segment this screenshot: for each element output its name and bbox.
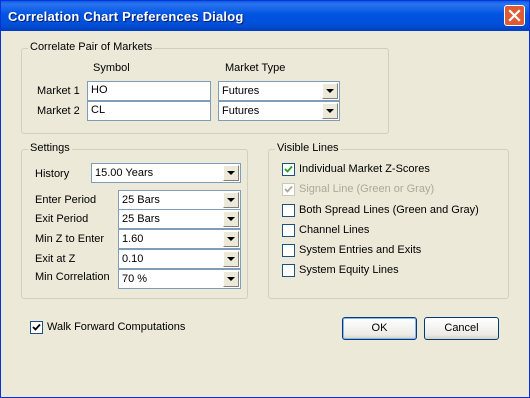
ok-button[interactable]: OK [342, 317, 417, 340]
window-title: Correlation Chart Preferences Dialog [8, 9, 244, 24]
exit-z-value: 0.10 [122, 253, 144, 265]
equity-lines-checkbox[interactable] [282, 264, 295, 277]
title-bar[interactable]: Correlation Chart Preferences Dialog [1, 1, 529, 31]
min-z-value: 1.60 [122, 233, 144, 245]
exit-period-value: 25 Bars [122, 213, 160, 225]
min-correlation-label: Min Correlation [35, 271, 110, 283]
min-z-select[interactable]: 1.60 [118, 229, 241, 249]
chevron-down-icon [326, 109, 334, 113]
walk-forward-checkbox[interactable] [30, 321, 43, 334]
spread-lines-label: Both Spread Lines (Green and Gray) [299, 204, 479, 216]
history-label: History [35, 168, 70, 180]
min-z-dropdown-button[interactable] [223, 231, 239, 247]
entries-exits-checkbox[interactable] [282, 244, 295, 257]
checkmark-icon [284, 185, 293, 193]
chevron-down-icon [227, 237, 235, 241]
markets-legend: Correlate Pair of Markets [28, 41, 155, 53]
chevron-down-icon [227, 217, 235, 221]
enter-period-label: Enter Period [35, 194, 97, 206]
visible-lines-legend: Visible Lines [275, 142, 341, 154]
market-2-type-dropdown-button[interactable] [322, 103, 338, 119]
dialog-window: Correlation Chart Preferences Dialog Cor… [0, 0, 530, 398]
checkmark-icon [284, 165, 293, 173]
exit-z-select[interactable]: 0.10 [118, 249, 241, 269]
market-type-header: Market Type [225, 62, 286, 74]
signal-line-checkbox [282, 183, 295, 196]
symbol-header: Symbol [93, 62, 130, 74]
channel-lines-label: Channel Lines [299, 224, 370, 236]
market-1-type-value: Futures [222, 85, 260, 97]
min-z-label: Min Z to Enter [35, 233, 105, 245]
exit-period-dropdown-button[interactable] [223, 211, 239, 227]
chevron-down-icon [227, 257, 235, 261]
enter-period-dropdown-button[interactable] [223, 192, 239, 208]
checkmark-icon [32, 323, 41, 331]
chevron-down-icon [227, 277, 235, 281]
chevron-down-icon [227, 171, 235, 175]
walk-forward-label: Walk Forward Computations [47, 321, 186, 333]
z-scores-label: Individual Market Z-Scores [299, 163, 430, 175]
enter-period-value: 25 Bars [122, 194, 160, 206]
history-select[interactable]: 15.00 Years [91, 163, 241, 183]
min-correlation-value: 70 % [122, 273, 148, 285]
market-2-symbol-input[interactable]: CL [87, 101, 211, 121]
exit-z-dropdown-button[interactable] [223, 251, 239, 267]
settings-legend: Settings [28, 142, 72, 154]
equity-lines-label: System Equity Lines [299, 264, 399, 276]
market-2-type-value: Futures [222, 105, 260, 117]
chevron-down-icon [227, 198, 235, 202]
entries-exits-label: System Entries and Exits [299, 244, 422, 256]
exit-period-label: Exit Period [35, 213, 89, 225]
z-scores-checkbox[interactable] [282, 163, 295, 176]
exit-period-select[interactable]: 25 Bars [118, 209, 241, 229]
signal-line-label: Signal Line (Green or Gray) [299, 183, 435, 195]
market-2-type-select[interactable]: Futures [218, 101, 340, 121]
market-1-type-dropdown-button[interactable] [322, 83, 338, 99]
min-correlation-dropdown-button[interactable] [223, 271, 239, 287]
market-2-label: Market 2 [37, 105, 80, 117]
chevron-down-icon [326, 89, 334, 93]
market-1-symbol-input[interactable]: HO [87, 81, 211, 101]
enter-period-select[interactable]: 25 Bars [118, 190, 241, 210]
spread-lines-checkbox[interactable] [282, 204, 295, 217]
channel-lines-checkbox[interactable] [282, 224, 295, 237]
close-button[interactable] [504, 5, 525, 26]
history-value: 15.00 Years [95, 167, 154, 179]
exit-z-label: Exit at Z [35, 253, 76, 265]
min-correlation-select[interactable]: 70 % [118, 269, 241, 289]
market-1-type-select[interactable]: Futures [218, 81, 340, 101]
cancel-button[interactable]: Cancel [424, 317, 499, 340]
market-1-label: Market 1 [37, 85, 80, 97]
close-icon [508, 9, 521, 22]
history-dropdown-button[interactable] [223, 165, 239, 181]
